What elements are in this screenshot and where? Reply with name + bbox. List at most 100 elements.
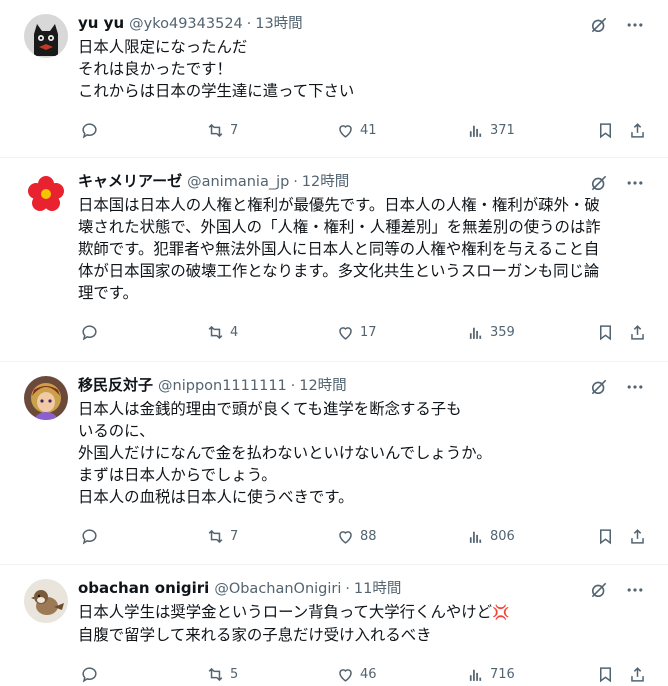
post-header: キャメリアーゼ @animania_jp · 12時間 [78,170,652,194]
view-count: 806 [490,528,515,544]
grok-icon[interactable] [588,172,610,194]
grok-icon[interactable] [588,14,610,36]
post-time[interactable]: 12時間 [299,374,346,395]
avatar[interactable] [24,172,68,216]
more-options-icon[interactable] [624,14,646,36]
reply-post[interactable]: yu yu @yko49343524 · 13時間 日本人限定になったんだ それ… [0,0,668,158]
repost-icon [208,529,223,543]
repost-icon [208,123,223,137]
grok-icon[interactable] [588,376,610,398]
views-button[interactable]: 806 [466,527,515,546]
reply-button[interactable] [80,323,99,342]
post-actions: 7 41 371 [78,118,652,156]
post-text-line: これからは日本の学生達に遣って下さい [78,82,355,100]
more-options-icon[interactable] [624,579,646,601]
reply-post[interactable]: 移民反対子 @nippon1111111 · 12時間 日本人は金銭的理由で頭が… [0,362,668,565]
like-count: 17 [360,324,377,340]
bookmark-button[interactable] [596,665,615,684]
bookmark-icon [599,528,612,544]
repost-button[interactable]: 7 [206,121,238,140]
post-time[interactable]: 11時間 [354,577,401,598]
share-button[interactable] [628,665,647,684]
post-text: 日本人は金銭的理由で頭が良くても進学を断念する子も いるのに、 外国人だけになん… [78,398,646,508]
grok-icon[interactable] [588,579,610,601]
more-options-icon[interactable] [624,172,646,194]
more-options-icon[interactable] [624,376,646,398]
bookmark-button[interactable] [596,323,615,342]
views-button[interactable]: 359 [466,323,515,342]
share-button[interactable] [628,121,647,140]
avatar[interactable] [24,579,68,623]
bar-chart-icon [469,531,482,543]
user-handle[interactable]: @yko49343524 [129,16,243,32]
reply-feed: yu yu @yko49343524 · 13時間 日本人限定になったんだ それ… [0,0,668,686]
repost-button[interactable]: 5 [206,665,238,684]
separator-dot: · [290,378,296,394]
post-header-actions [588,376,646,398]
like-button[interactable]: 17 [336,323,377,342]
like-button[interactable]: 88 [336,527,377,546]
post-actions: 4 17 359 [78,320,652,358]
post-text-line: 日本国は日本人の人権と権利が最優先です。日本人の人権・権利が疎外・破 [78,196,600,214]
share-icon [631,666,644,682]
post-text-line: 理です。 [78,284,139,302]
share-icon [631,324,644,340]
heart-icon [339,124,352,138]
reply-icon [82,122,97,138]
bar-chart-icon [469,327,482,339]
user-handle[interactable]: @nippon1111111 [158,378,287,394]
repost-icon [208,667,223,681]
anger-symbol-icon: 💢 [492,605,510,621]
bookmark-button[interactable] [596,121,615,140]
heart-icon [339,530,352,544]
reply-button[interactable] [80,527,99,546]
separator-dot: · [246,16,252,32]
share-button[interactable] [628,323,647,342]
avatar[interactable] [24,376,68,420]
bar-chart-icon [469,669,482,681]
view-count: 716 [490,666,515,682]
user-handle[interactable]: @ObachanOnigiri [214,581,341,597]
like-button[interactable]: 41 [336,121,377,140]
share-button[interactable] [628,527,647,546]
post-text: 日本人学生は奨学金というローン背負って大学行くんやけど💢 自腹で留学して来れる家… [78,601,646,646]
anime-character-icon [24,376,68,420]
post-text-line: 日本人は金銭的理由で頭が良くても進学を断念する子も [78,400,462,418]
post-time[interactable]: 13時間 [255,12,302,33]
post-header: obachan onigiri @ObachanOnigiri · 11時間 [78,577,652,601]
display-name[interactable]: キャメリアーゼ [78,170,182,191]
repost-count: 7 [230,122,239,138]
repost-icon [208,325,223,339]
repost-button[interactable]: 7 [206,527,238,546]
bookmark-button[interactable] [596,527,615,546]
post-text-line: 外国人だけになんで金を払わないといけないんでしょうか。 [78,444,492,462]
display-name[interactable]: 移民反対子 [78,374,153,395]
repost-count: 5 [230,666,239,682]
views-button[interactable]: 371 [466,121,515,140]
reply-post[interactable]: キャメリアーゼ @animania_jp · 12時間 日本国は日本人の人権と権… [0,158,668,362]
bookmark-icon [599,324,612,340]
bar-chart-icon [469,125,482,137]
post-time[interactable]: 12時間 [302,170,349,191]
reply-icon [82,666,97,682]
like-button[interactable]: 46 [336,665,377,684]
repost-count: 7 [230,528,239,544]
repost-button[interactable]: 4 [206,323,238,342]
views-button[interactable]: 716 [466,665,515,684]
display-name[interactable]: yu yu [78,14,124,32]
separator-dot: · [293,174,298,190]
reply-icon [82,324,97,340]
share-icon [631,122,644,138]
avatar[interactable] [24,14,68,58]
post-actions: 7 88 806 [78,524,652,562]
display-name[interactable]: obachan onigiri [78,579,209,597]
post-text-line: それは良かったです！ [78,60,232,78]
reply-post[interactable]: obachan onigiri @ObachanOnigiri · 11時間 日… [0,565,668,686]
user-handle[interactable]: @animania_jp [187,174,289,190]
sparrow-bird-icon [24,579,68,623]
post-header: 移民反対子 @nippon1111111 · 12時間 [78,374,652,398]
like-count: 41 [360,122,377,138]
post-header: yu yu @yko49343524 · 13時間 [78,12,652,36]
reply-button[interactable] [80,121,99,140]
reply-button[interactable] [80,665,99,684]
